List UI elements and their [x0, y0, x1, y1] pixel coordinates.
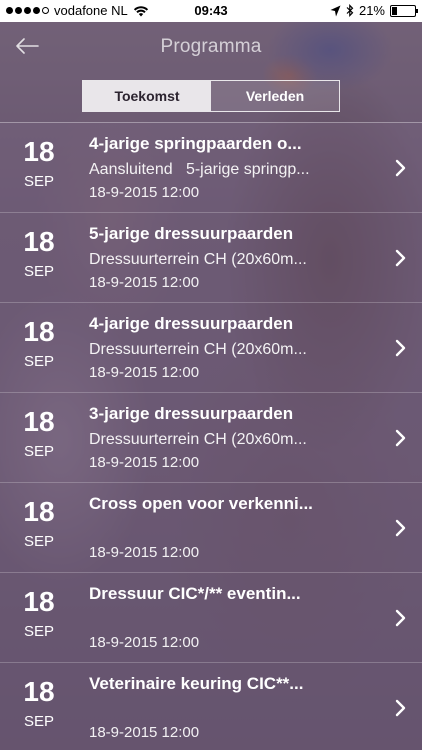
event-title: 4-jarige springpaarden o...: [89, 134, 302, 153]
status-right: 21%: [330, 3, 418, 18]
event-datetime: 18-9-2015 12:00: [89, 274, 200, 291]
tab-verleden[interactable]: Verleden: [211, 81, 339, 111]
chevron-right-icon: [395, 519, 406, 537]
event-location: Dressuurterrein CH (20x60m...: [89, 251, 307, 268]
event-month: SEP: [23, 713, 54, 730]
list-item[interactable]: 18 SEP Veterinaire keuring CIC**... 18-9…: [0, 662, 422, 750]
event-datetime: 18-9-2015 12:00: [89, 544, 200, 561]
segmented-control: Toekomst Verleden: [82, 80, 340, 112]
chevron-right-icon: [395, 339, 406, 357]
app: vodafone NL 09:43 21% Programma Toekomst…: [0, 0, 422, 750]
event-datetime: 18-9-2015 12:00: [89, 364, 200, 381]
chevron-right-icon: [395, 249, 406, 267]
event-day: 18: [23, 316, 55, 347]
battery-fill: [392, 6, 397, 15]
event-day: 18: [23, 676, 55, 707]
bluetooth-icon: [346, 4, 354, 17]
event-day: 18: [23, 226, 55, 257]
event-month: SEP: [23, 173, 54, 190]
list-item[interactable]: 18 SEP 4-jarige dressuurpaarden Dressuur…: [0, 302, 422, 392]
event-month: SEP: [23, 353, 54, 370]
tab-toekomst[interactable]: Toekomst: [83, 81, 211, 111]
event-location: Dressuurterrein CH (20x60m...: [89, 431, 307, 448]
event-title: 3-jarige dressuurpaarden: [89, 404, 294, 423]
event-day: 18: [23, 496, 55, 527]
event-datetime: 18-9-2015 12:00: [89, 184, 200, 201]
chevron-right-icon: [395, 429, 406, 447]
list-item[interactable]: 18 SEP 5-jarige dressuurpaarden Dressuur…: [0, 212, 422, 302]
chevron-right-icon: [395, 159, 406, 177]
event-title: 5-jarige dressuurpaarden: [89, 224, 294, 243]
event-title: Dressuur CIC*/** eventin...: [89, 584, 301, 603]
event-day: 18: [23, 136, 55, 167]
event-title: 4-jarige dressuurpaarden: [89, 314, 294, 333]
event-day: 18: [23, 586, 55, 617]
event-month: SEP: [23, 533, 54, 550]
event-month: SEP: [23, 263, 54, 280]
list-item[interactable]: 18 SEP 3-jarige dressuurpaarden Dressuur…: [0, 392, 422, 482]
list-item[interactable]: 18 SEP Cross open voor verkenni... 18-9-…: [0, 482, 422, 572]
event-day: 18: [23, 406, 55, 437]
event-month: SEP: [23, 623, 54, 640]
event-location: Dressuurterrein CH (20x60m...: [89, 341, 307, 358]
battery-icon: [390, 4, 418, 17]
list-item[interactable]: 18 SEP Dressuur CIC*/** eventin... 18-9-…: [0, 572, 422, 662]
location-arrow-icon: [330, 5, 341, 16]
page-title: Programma: [160, 36, 262, 57]
status-bar: vodafone NL 09:43 21%: [0, 0, 422, 22]
chevron-right-icon: [395, 609, 406, 627]
event-month: SEP: [23, 443, 54, 460]
chevron-right-icon: [395, 699, 406, 717]
battery-percent: 21%: [358, 3, 385, 18]
event-datetime: 18-9-2015 12:00: [89, 724, 200, 741]
event-datetime: 18-9-2015 12:00: [89, 454, 200, 471]
event-list: 18 SEP 4-jarige springpaarden o... Aansl…: [0, 122, 422, 750]
event-title: Cross open voor verkenni...: [89, 494, 313, 513]
event-title: Veterinaire keuring CIC**...: [89, 674, 304, 693]
event-location: Aansluitend 5-jarige springp...: [89, 161, 310, 178]
event-datetime: 18-9-2015 12:00: [89, 634, 200, 651]
list-item[interactable]: 18 SEP 4-jarige springpaarden o... Aansl…: [0, 122, 422, 212]
nav-bar: Programma: [0, 22, 422, 72]
